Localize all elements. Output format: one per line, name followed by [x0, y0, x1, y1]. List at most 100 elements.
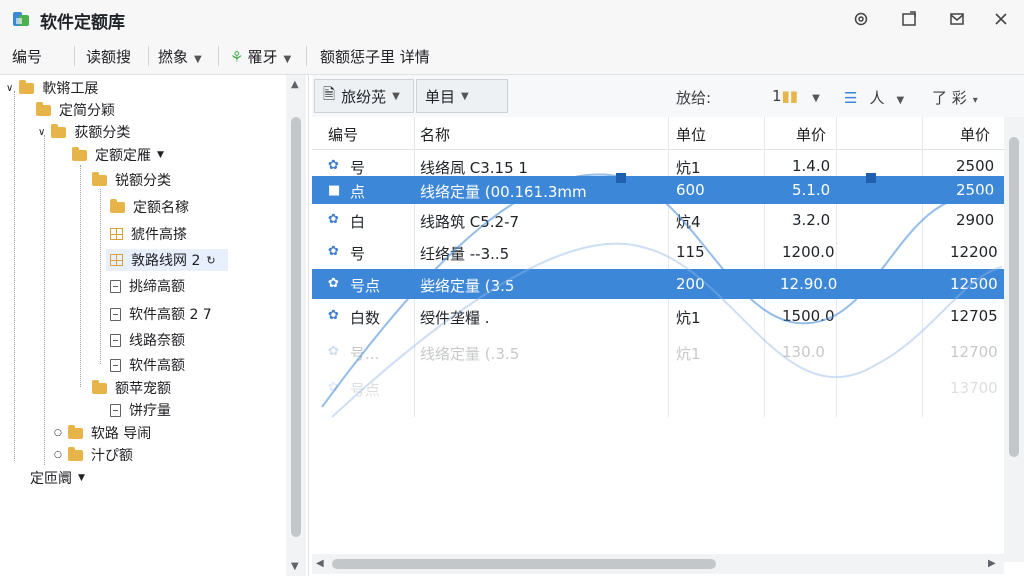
scroll-down-icon[interactable]: ▼: [291, 561, 299, 572]
chevron-down-icon: ▼: [812, 93, 820, 104]
tree-item[interactable]: 挑缔高额: [110, 275, 185, 297]
tree-item[interactable]: ∨ 軟锵工展: [6, 77, 98, 99]
table-header: 编号 名称 单位 单价 单价: [312, 117, 1008, 150]
tools-dropdown[interactable]: ⚘ 罹牙 ▼: [230, 46, 291, 67]
cell-name: 线络凮 C3.15 1: [420, 159, 528, 177]
column-header-unit[interactable]: 单位: [676, 124, 706, 145]
cell-total: 2500: [956, 181, 995, 199]
title-bar: 软件定额库: [0, 0, 1024, 39]
column-header-name[interactable]: 名称: [420, 124, 450, 145]
tree-item[interactable]: 额苹宠额: [92, 377, 171, 399]
table-row-selected[interactable]: ■ 点 线络定量 (00.161.3mm 600 5.1.0 2500: [312, 176, 1008, 204]
table-row[interactable]: ✿ 白数 绶件垄糧 . 炕1 1500.0 12705: [312, 301, 1008, 331]
table-row[interactable]: ✿ 号点 13700: [312, 373, 1008, 403]
sort-dropdown-label: 人: [869, 89, 885, 107]
gear-icon: ✿: [328, 380, 339, 395]
search-button[interactable]: 读额搜: [86, 46, 131, 67]
cell-unit: 炕1: [676, 309, 701, 327]
sort-dropdown[interactable]: ☰ 人 ▼: [844, 87, 904, 108]
filter-bar: 🗎 旅纷茪 ▼ 单目 ▼ 放给: 1▮▮ ▼ ☰ 人 ▼ 了 彩 ▾: [312, 75, 1024, 118]
column-header-code[interactable]: 编号: [328, 124, 358, 145]
gear-icon: ✿: [328, 244, 339, 259]
chevron-down-icon: ▾: [972, 95, 978, 106]
tree-item[interactable]: 定额名稼: [110, 196, 189, 218]
folder-icon: [51, 123, 67, 138]
tree-item[interactable]: 定简分颖: [36, 99, 115, 121]
gear-icon: ✿: [328, 276, 339, 291]
tree-item-label: 汁ぴ额: [90, 448, 133, 464]
edit-button[interactable]: 编号: [12, 46, 42, 67]
column-header-price[interactable]: 单价: [796, 124, 826, 145]
column-dropdown[interactable]: 1▮▮ ▼: [772, 87, 820, 105]
table-row[interactable]: ✿ 号 纴络量 --3..5 115 1200.0 12200: [312, 237, 1008, 267]
settings-icon[interactable]: [850, 8, 872, 30]
close-icon[interactable]: [990, 8, 1012, 30]
tree-item[interactable]: 定匝阛 ▼: [30, 467, 85, 489]
cell-code: 白数: [350, 309, 381, 327]
chevron-down-icon: ▼: [194, 54, 202, 65]
chevron-down-icon: ▼: [78, 473, 85, 483]
view-dropdown[interactable]: 撚象 ▼: [158, 46, 202, 67]
tree-item[interactable]: 锐额分类: [92, 169, 171, 191]
filter-label: 放给:: [676, 89, 712, 107]
column-header-total[interactable]: 单价: [960, 124, 990, 145]
cell-unit: 炕1: [676, 345, 701, 363]
refresh-icon: ↻: [206, 253, 216, 267]
cell-price: 130.0: [782, 343, 825, 361]
cell-code: 号: [350, 245, 366, 263]
cell-code: 号点: [350, 277, 381, 295]
tree-panel: ∨ 軟锵工展 定简分颖 ∨ 荻额分类 定额定雁 ▼ 锐额分类 定额名稼 猇件高搽 敦路…: [0, 75, 309, 576]
tree-item[interactable]: 猇件高搽: [110, 223, 187, 245]
tree-item[interactable]: 定额定雁 ▼: [72, 144, 164, 166]
export-icon[interactable]: [898, 8, 920, 30]
tree-item[interactable]: 软件高额: [110, 354, 185, 376]
unit-dropdown[interactable]: 单目 ▼: [416, 79, 508, 113]
scrollbar-thumb[interactable]: [332, 559, 716, 569]
tree-item[interactable]: ○ 汁ぴ额: [54, 444, 133, 466]
tree-item[interactable]: ○ 软路 导闹: [54, 422, 151, 444]
tree-item[interactable]: 饼疗量: [110, 399, 171, 421]
cell-total: 2500: [956, 157, 995, 175]
tree-item[interactable]: 线路奈额: [110, 329, 185, 351]
scrollbar-thumb[interactable]: [1009, 137, 1019, 457]
category-dropdown-label: 旅纷茪: [341, 87, 387, 106]
scroll-up-icon[interactable]: ▲: [291, 79, 299, 90]
leaf-icon: ⚘: [230, 48, 244, 66]
cell-name: 纴络量 --3..5: [420, 245, 510, 263]
more-dropdown[interactable]: 了 彩 ▾: [932, 87, 978, 108]
expand-icon[interactable]: ∨: [38, 127, 45, 138]
gear-icon: ✿: [328, 344, 339, 359]
cell-code: 点: [350, 183, 366, 201]
grid-icon: [110, 254, 123, 266]
cell-unit: 600: [676, 181, 705, 199]
expand-icon[interactable]: ○: [54, 428, 62, 438]
scroll-left-icon[interactable]: ◀: [316, 558, 324, 569]
tree-guide-line: [100, 189, 101, 364]
tree-scrollbar[interactable]: ▲ ▼: [286, 75, 306, 576]
scrollbar-thumb[interactable]: [291, 117, 301, 537]
expand-icon[interactable]: ○: [54, 450, 62, 460]
cell-name: 绶件垄糧 .: [420, 309, 490, 327]
tree-item-label: 软路 导闹: [90, 426, 152, 442]
tree-item-label: 定简分颖: [59, 103, 115, 119]
list-icon: ☰: [844, 89, 858, 107]
table-row-selected[interactable]: ✿ 号点 姕络定量 (3.5 200 12.90.0 12500: [312, 269, 1008, 299]
detail-tab[interactable]: 额额惩子里 详情: [320, 46, 430, 67]
tree-item-selected[interactable]: 敦路线网 2 ↻: [106, 249, 228, 271]
grid-horizontal-scrollbar[interactable]: ◀ ▶: [312, 554, 1004, 574]
grid-scrollbar[interactable]: [1004, 117, 1024, 562]
expand-icon[interactable]: ∨: [6, 83, 13, 94]
tree-item-label: 额苹宠额: [115, 381, 171, 397]
tree-item[interactable]: 软件高额 2 7: [110, 303, 212, 325]
cell-code: 号...: [350, 345, 380, 363]
cell-price: 1200.0: [782, 243, 835, 261]
table-row[interactable]: ✿ 白 线路筑 C5.2-7 炕4 3.2.0 2900: [312, 205, 1008, 235]
folder-icon: [19, 79, 35, 94]
tree-item[interactable]: ∨ 荻额分类: [38, 121, 130, 143]
category-dropdown[interactable]: 🗎 旅纷茪 ▼: [314, 79, 414, 113]
scroll-right-icon[interactable]: ▶: [988, 558, 996, 569]
mail-icon[interactable]: [946, 8, 968, 30]
tree-item-label: 软件高额 2 7: [129, 307, 212, 323]
grid-panel: 🗎 旅纷茪 ▼ 单目 ▼ 放给: 1▮▮ ▼ ☰ 人 ▼ 了 彩 ▾ 编号 名称 单位 单价 …: [312, 75, 1024, 576]
table-row[interactable]: ✿ 号... 线络定量 (.3.5 炕1 130.0 12700: [312, 337, 1008, 367]
